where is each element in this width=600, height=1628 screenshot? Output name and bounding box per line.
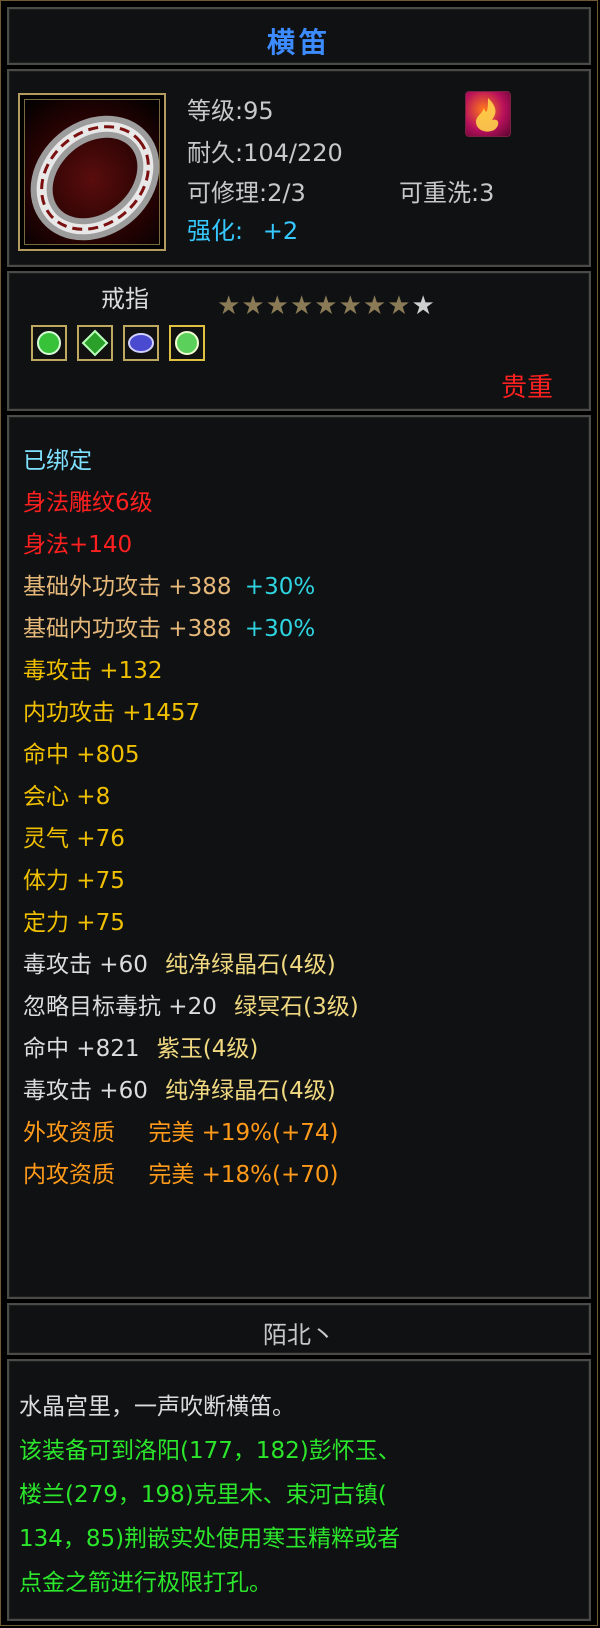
star-empty-icon: ★ [411,291,436,321]
item-tooltip: 横笛 等级:95 耐久:104/220 可修理:2/3 可重洗:3 强化: +2 [0,0,598,1626]
focus-stat: 定力 +75 [23,910,125,936]
ext-aptitude-stat: 外攻资质 完美 +19%(+74) [23,1120,339,1146]
star-filled-icon: ★ [241,291,266,321]
repair-label: 可修理:2/3 [187,179,306,207]
item-type: 戒指 [101,285,149,313]
gem-slot-green-icon[interactable] [169,325,205,361]
gem-slot-purple-icon[interactable] [123,325,159,361]
agility-stat: 身法+140 [23,532,133,558]
owner-name: 陌北丶 [263,1321,335,1349]
gem-stat-4: 毒攻击 +60 纯净绿晶石(4级) [23,1078,336,1104]
item-name: 横笛 [266,26,331,59]
crit-stat: 会心 +8 [23,784,111,810]
rewash-label: 可重洗:3 [399,179,495,207]
enhance-label: 强化: [187,217,244,245]
star-filled-icon: ★ [314,291,339,321]
flavor-text: 水晶宫里，一声吹断横笛。 [19,1394,295,1420]
enhance-row: 强化: +2 [187,211,298,246]
description-line: 点金之箭进行极限打孔。 [19,1570,272,1596]
description-line: 该装备可到洛阳(177，182)彭怀玉、 [19,1438,401,1464]
item-header: 等级:95 耐久:104/220 可修理:2/3 可重洗:3 强化: +2 [7,69,591,267]
int-aptitude-stat: 内攻资质 完美 +18%(+70) [23,1162,339,1188]
enhance-value: +2 [262,217,299,245]
gem-stat-3: 命中 +821 紫玉(4级) [23,1036,259,1062]
int-attack-stat: 内功攻击 +1457 [23,700,201,726]
star-filled-icon: ★ [217,291,242,321]
ring-icon [30,115,160,241]
stamina-stat: 体力 +75 [23,868,125,894]
durability-label: 耐久:104/220 [187,139,343,167]
level-label: 等级:95 [187,97,274,125]
title-bar: 横笛 [7,7,591,65]
fire-attribute-icon [465,91,511,137]
description-line: 楼兰(279，198)克里木、束河古镇( [19,1482,387,1508]
description-panel: 水晶宫里，一声吹断横笛。 该装备可到洛阳(177，182)彭怀玉、 楼兰(279… [7,1359,591,1621]
star-filled-icon: ★ [338,291,363,321]
gem-slot-green-icon[interactable] [31,325,67,361]
rarity-label: 贵重 [500,373,553,403]
star-filled-icon: ★ [265,291,290,321]
star-filled-icon: ★ [289,291,315,321]
gem-slot-green-icon[interactable] [77,325,113,361]
hit-stat: 命中 +805 [23,742,140,768]
engrave-stat: 身法雕纹6级 [23,490,153,516]
description-line: 134，85)荆嵌实处使用寒玉精粹或者 [19,1526,401,1552]
star-filled-icon: ★ [387,291,412,321]
star-filled-icon: ★ [362,291,388,321]
gem-stat-1: 毒攻击 +60 纯净绿晶石(4级) [23,952,336,978]
bound-status: 已绑定 [23,448,92,474]
base-int-attack-stat: 基础内功攻击 +388 +30% [23,616,316,642]
base-ext-attack-stat: 基础外功攻击 +388 +30% [23,574,316,600]
ring-item-icon [18,93,166,251]
gem-stat-2: 忽略目标毒抗 +20 绿冥石(3级) [23,994,359,1020]
stats-panel: 已绑定 身法雕纹6级 身法+140 基础外功攻击 +388 +30% 基础内功攻… [7,415,591,1299]
owner-panel: 陌北丶 [7,1303,591,1355]
slot-panel: 戒指 ★★★★★★★★★ 贵重 [7,271,591,411]
star-rating: ★★★★★★★★★ [217,291,436,321]
poison-attack-stat: 毒攻击 +132 [23,658,163,684]
spirit-stat: 灵气 +76 [23,826,125,852]
